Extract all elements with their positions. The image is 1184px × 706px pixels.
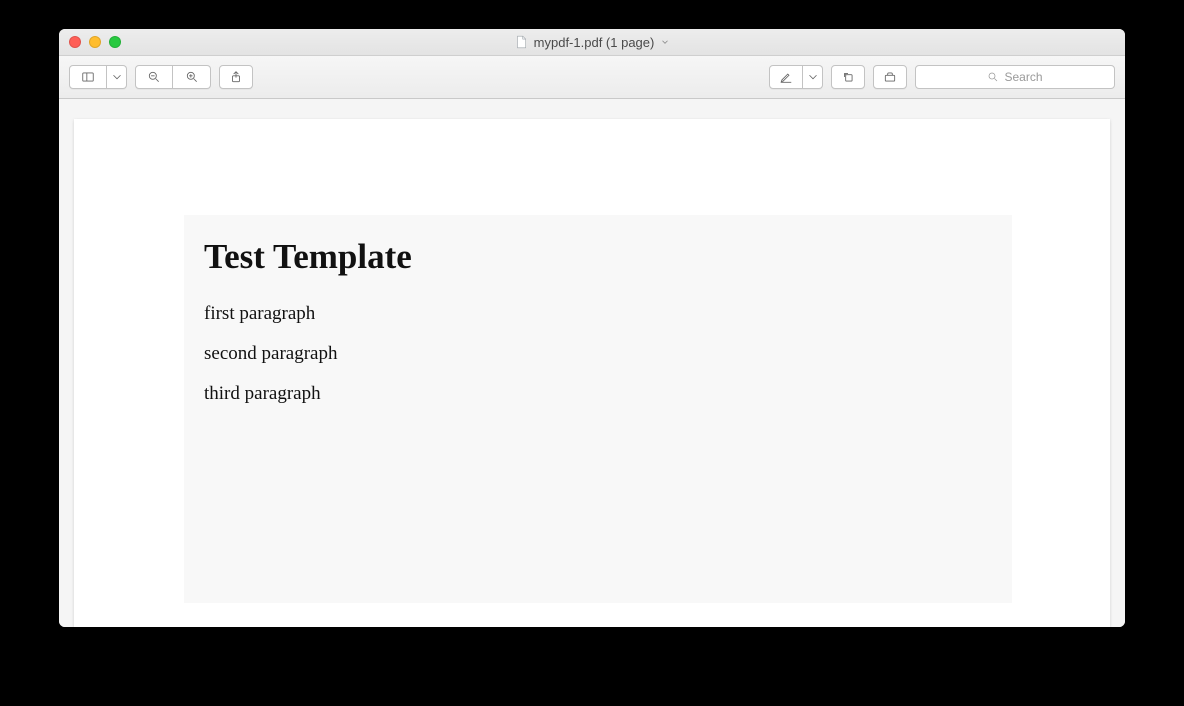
rotate-button[interactable] [831, 65, 865, 89]
document-paragraph: third paragraph [204, 383, 992, 405]
highlight-icon [779, 70, 793, 84]
search-field[interactable]: Search [915, 65, 1115, 89]
toolbox-icon [883, 70, 897, 84]
share-button[interactable] [219, 65, 253, 89]
document-icon [514, 35, 528, 49]
sidebar-toggle-button[interactable] [69, 65, 107, 89]
close-button[interactable] [69, 36, 81, 48]
document-viewport[interactable]: Test Template first paragraph second par… [59, 99, 1125, 627]
chevron-down-icon [110, 70, 124, 84]
highlight-button[interactable] [769, 65, 803, 89]
zoom-in-button[interactable] [173, 65, 211, 89]
sidebar-toggle-group [69, 65, 127, 89]
title-chevron-icon[interactable] [660, 37, 670, 47]
minimize-button[interactable] [89, 36, 101, 48]
pdf-page: Test Template first paragraph second par… [74, 119, 1110, 627]
window-titlebar: mypdf-1.pdf (1 page) [59, 29, 1125, 56]
annotate-group [769, 65, 823, 89]
search-icon [987, 71, 999, 83]
window-title: mypdf-1.pdf (1 page) [534, 35, 655, 50]
document-heading: Test Template [204, 237, 992, 277]
zoom-in-icon [185, 70, 199, 84]
zoom-group [135, 65, 211, 89]
search-placeholder: Search [1004, 70, 1042, 84]
share-icon [229, 70, 243, 84]
rotate-icon [841, 70, 855, 84]
markup-button[interactable] [873, 65, 907, 89]
zoom-out-icon [147, 70, 161, 84]
zoom-out-button[interactable] [135, 65, 173, 89]
document-content: Test Template first paragraph second par… [184, 215, 1012, 603]
preview-window: mypdf-1.pdf (1 page) [59, 29, 1125, 627]
maximize-button[interactable] [109, 36, 121, 48]
sidebar-icon [81, 70, 95, 84]
window-controls [59, 36, 121, 48]
sidebar-dropdown-button[interactable] [107, 65, 127, 89]
highlight-dropdown-button[interactable] [803, 65, 823, 89]
toolbar: Search [59, 56, 1125, 99]
document-paragraph: second paragraph [204, 343, 992, 365]
chevron-down-icon [806, 70, 820, 84]
document-paragraph: first paragraph [204, 303, 992, 325]
